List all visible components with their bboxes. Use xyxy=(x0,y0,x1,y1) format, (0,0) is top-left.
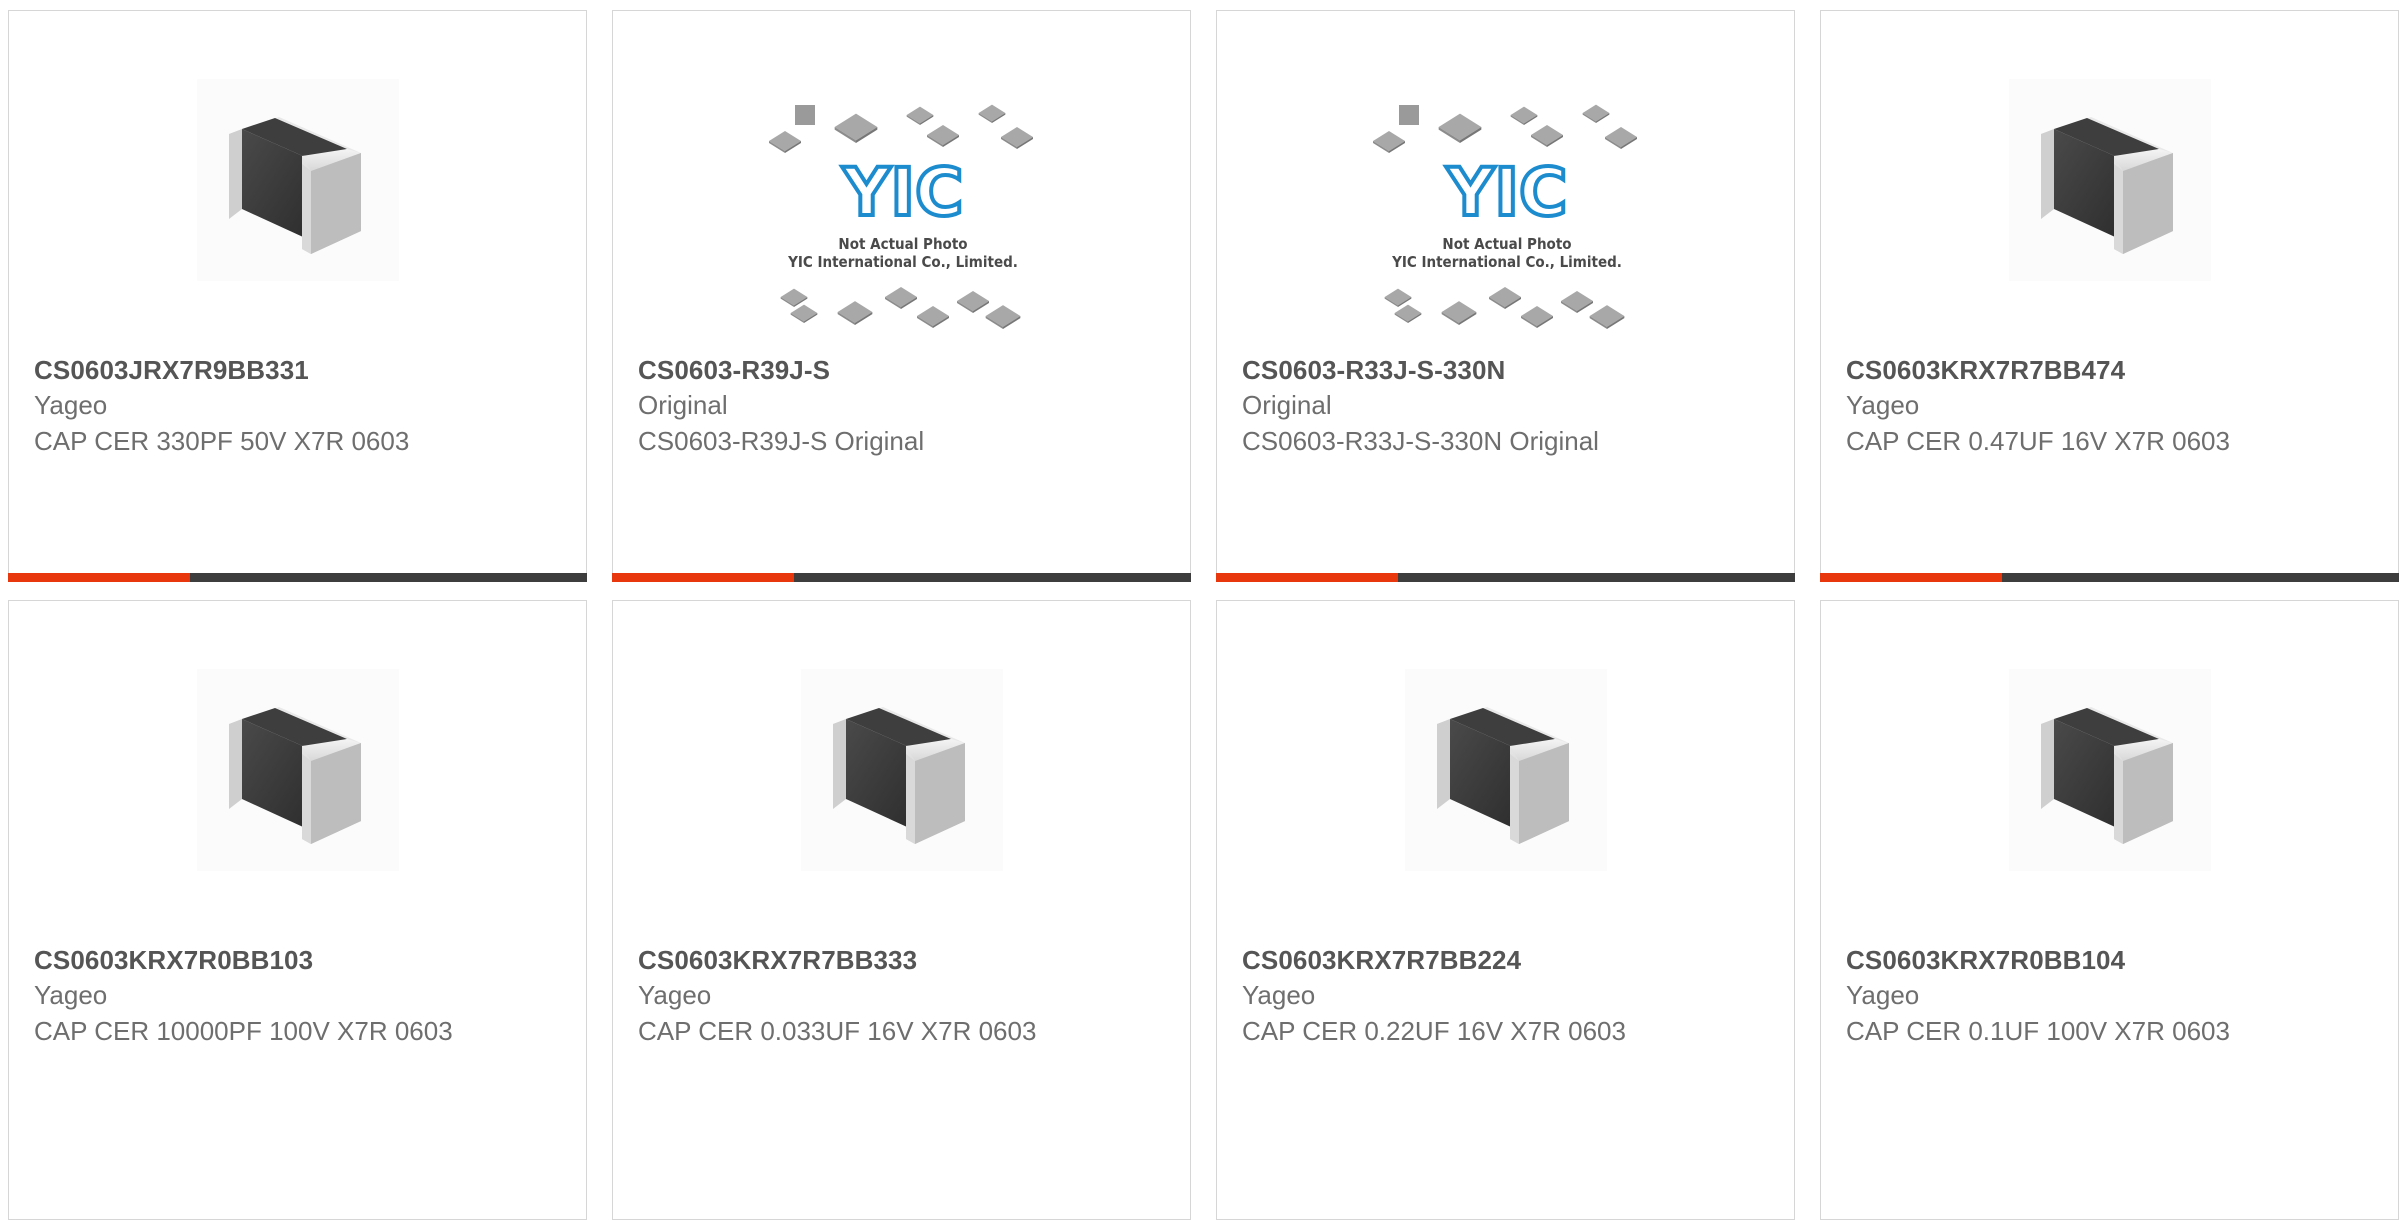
manufacturer: Yageo xyxy=(34,390,108,420)
part-number[interactable]: CS0603KRX7R7BB333 xyxy=(638,943,1170,977)
chip-capacitor-icon xyxy=(801,669,1003,871)
card-accent-bar xyxy=(1820,573,2399,582)
manufacturer: Original xyxy=(638,390,728,420)
description: CAP CER 0.1UF 100V X7R 0603 xyxy=(1846,1016,2230,1046)
product-info: CS0603KRX7R7BB474 Yageo CAP CER 0.47UF 1… xyxy=(1846,353,2378,459)
product-info: CS0603KRX7R7BB224 Yageo CAP CER 0.22UF 1… xyxy=(1242,943,1774,1049)
description: CAP CER 0.033UF 16V X7R 0603 xyxy=(638,1016,1037,1046)
product-info: CS0603KRX7R0BB104 Yageo CAP CER 0.1UF 10… xyxy=(1846,943,2378,1049)
logo-line1: Not Actual Photo xyxy=(838,235,967,253)
product-info: CS0603KRX7R7BB333 Yageo CAP CER 0.033UF … xyxy=(638,943,1170,1049)
chip-capacitor-icon xyxy=(1405,669,1607,871)
product-grid: CS0603JRX7R9BB331 Yageo CAP CER 330PF 50… xyxy=(8,10,2400,1220)
manufacturer: Yageo xyxy=(1846,980,1920,1010)
product-info: CS0603JRX7R9BB331 Yageo CAP CER 330PF 50… xyxy=(34,353,566,459)
product-image[interactable] xyxy=(197,79,399,281)
description: CAP CER 10000PF 100V X7R 0603 xyxy=(34,1016,453,1046)
part-number[interactable]: CS0603JRX7R9BB331 xyxy=(34,353,566,387)
product-card[interactable]: CS0603KRX7R7BB224 Yageo CAP CER 0.22UF 1… xyxy=(1216,600,1795,1220)
chip-capacitor-icon xyxy=(197,79,399,281)
manufacturer: Yageo xyxy=(638,980,712,1010)
part-number[interactable]: CS0603KRX7R0BB103 xyxy=(34,943,566,977)
description: CS0603-R39J-S Original xyxy=(638,426,925,456)
product-image[interactable]: YIC Not Actual Photo YIC International C… xyxy=(1367,99,1647,359)
not-actual-photo-icon: YIC Not Actual Photo YIC International C… xyxy=(769,104,1033,329)
product-image[interactable] xyxy=(2009,669,2211,871)
description: CAP CER 0.22UF 16V X7R 0603 xyxy=(1242,1016,1626,1046)
not-actual-photo-icon: YIC Not Actual Photo YIC International C… xyxy=(1373,104,1637,329)
product-card[interactable]: CS0603KRX7R7BB333 Yageo CAP CER 0.033UF … xyxy=(612,600,1191,1220)
part-number[interactable]: CS0603KRX7R7BB474 xyxy=(1846,353,2378,387)
manufacturer: Yageo xyxy=(1242,980,1316,1010)
manufacturer: Yageo xyxy=(1846,390,1920,420)
product-card[interactable]: YIC Not Actual Photo YIC International C… xyxy=(1216,10,1795,582)
card-accent-bar xyxy=(1216,573,1795,582)
product-image[interactable] xyxy=(801,669,1003,871)
chip-capacitor-icon xyxy=(2009,79,2211,281)
card-accent-bar xyxy=(8,573,587,582)
part-number[interactable]: CS0603-R39J-S xyxy=(638,353,1170,387)
product-info: CS0603-R39J-S Original CS0603-R39J-S Ori… xyxy=(638,353,1170,459)
product-card[interactable]: YIC Not Actual Photo YIC International C… xyxy=(612,10,1191,582)
product-card[interactable]: CS0603KRX7R7BB474 Yageo CAP CER 0.47UF 1… xyxy=(1820,10,2399,582)
product-card[interactable]: CS0603KRX7R0BB103 Yageo CAP CER 10000PF … xyxy=(8,600,587,1220)
logo-line2: YIC International Co., Limited. xyxy=(787,253,1018,271)
logo-line1: Not Actual Photo xyxy=(1442,235,1571,253)
product-info: CS0603-R33J-S-330N Original CS0603-R33J-… xyxy=(1242,353,1774,459)
product-image[interactable] xyxy=(2009,79,2211,281)
product-card[interactable]: CS0603KRX7R0BB104 Yageo CAP CER 0.1UF 10… xyxy=(1820,600,2399,1220)
logo-brand: YIC xyxy=(842,154,964,231)
product-image[interactable] xyxy=(197,669,399,871)
logo-line2: YIC International Co., Limited. xyxy=(1391,253,1622,271)
product-card[interactable]: CS0603JRX7R9BB331 Yageo CAP CER 330PF 50… xyxy=(8,10,587,582)
manufacturer: Yageo xyxy=(34,980,108,1010)
manufacturer: Original xyxy=(1242,390,1332,420)
description: CAP CER 0.47UF 16V X7R 0603 xyxy=(1846,426,2230,456)
product-info: CS0603KRX7R0BB103 Yageo CAP CER 10000PF … xyxy=(34,943,566,1049)
part-number[interactable]: CS0603-R33J-S-330N xyxy=(1242,353,1774,387)
logo-brand: YIC xyxy=(1446,154,1568,231)
description: CAP CER 330PF 50V X7R 0603 xyxy=(34,426,410,456)
product-image[interactable]: YIC Not Actual Photo YIC International C… xyxy=(763,99,1043,359)
part-number[interactable]: CS0603KRX7R0BB104 xyxy=(1846,943,2378,977)
chip-capacitor-icon xyxy=(2009,669,2211,871)
part-number[interactable]: CS0603KRX7R7BB224 xyxy=(1242,943,1774,977)
card-accent-bar xyxy=(612,573,1191,582)
product-image[interactable] xyxy=(1405,669,1607,871)
description: CS0603-R33J-S-330N Original xyxy=(1242,426,1599,456)
chip-capacitor-icon xyxy=(197,669,399,871)
